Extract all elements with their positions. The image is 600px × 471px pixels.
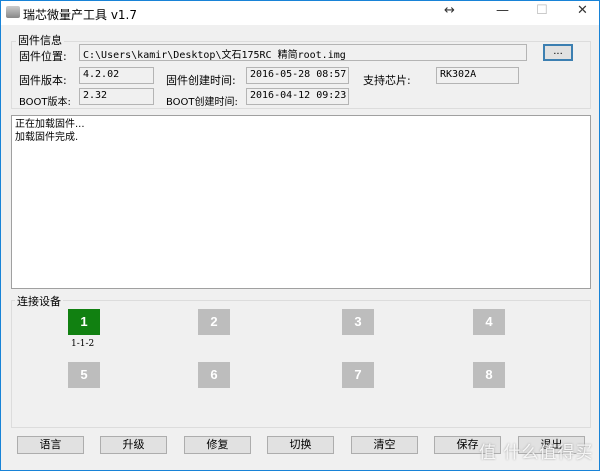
device-slot-6[interactable]: 6 bbox=[198, 362, 230, 388]
device-slot-5[interactable]: 5 bbox=[68, 362, 100, 388]
chip-field: RK302A bbox=[436, 67, 519, 84]
minimize-button[interactable]: — bbox=[496, 3, 509, 18]
clear-button[interactable]: 清空 bbox=[351, 436, 418, 454]
device-slot-7[interactable]: 7 bbox=[342, 362, 374, 388]
boot-created-label: BOOT创建时间: bbox=[166, 97, 238, 108]
close-button[interactable]: ✕ bbox=[577, 3, 588, 18]
repair-button[interactable]: 修复 bbox=[184, 436, 251, 454]
log-line: 加载固件完成. bbox=[15, 132, 79, 143]
title-bar: 瑞芯微量产工具 v1.7 ↔ — ☐ ✕ bbox=[1, 1, 599, 25]
app-icon bbox=[6, 6, 20, 18]
path-label: 固件位置: bbox=[19, 50, 67, 63]
boot-created-field: 2016-04-12 09:23:08 bbox=[246, 88, 349, 105]
created-field: 2016-05-28 08:57:00 bbox=[246, 67, 349, 84]
watermark: 值 什么值得买 bbox=[479, 443, 594, 463]
version-field: 4.2.02 bbox=[79, 67, 154, 84]
log-output[interactable]: 正在加载固件... 加载固件完成. bbox=[11, 115, 591, 289]
device-slot-4[interactable]: 4 bbox=[473, 309, 505, 335]
devices-label: 连接设备 bbox=[15, 293, 63, 309]
device-slot-2[interactable]: 2 bbox=[198, 309, 230, 335]
log-line: 正在加载固件... bbox=[15, 119, 85, 130]
firmware-info-label: 固件信息 bbox=[16, 32, 64, 48]
upgrade-button[interactable]: 升级 bbox=[100, 436, 167, 454]
language-button[interactable]: 语言 bbox=[17, 436, 84, 454]
boot-version-field: 2.32 bbox=[79, 88, 154, 105]
window-title: 瑞芯微量产工具 v1.7 bbox=[23, 8, 138, 22]
version-label: 固件版本: bbox=[19, 74, 67, 87]
resize-icon: ↔ bbox=[444, 3, 455, 18]
browse-button[interactable]: ... bbox=[543, 44, 573, 61]
chip-label: 支持芯片: bbox=[363, 74, 411, 87]
maximize-button[interactable]: ☐ bbox=[536, 3, 548, 18]
firmware-path-field[interactable]: C:\Users\kamir\Desktop\文石175RC_精简root.im… bbox=[79, 44, 527, 61]
boot-version-label: BOOT版本: bbox=[19, 97, 71, 108]
switch-button[interactable]: 切换 bbox=[267, 436, 334, 454]
device-port-label: 1-1-2 bbox=[71, 339, 95, 349]
device-slot-3[interactable]: 3 bbox=[342, 309, 374, 335]
device-slot-1[interactable]: 1 bbox=[68, 309, 100, 335]
device-slot-8[interactable]: 8 bbox=[473, 362, 505, 388]
main-window: 瑞芯微量产工具 v1.7 ↔ — ☐ ✕ 固件信息 固件位置: C:\Users… bbox=[0, 0, 600, 471]
created-label: 固件创建时间: bbox=[166, 74, 236, 87]
